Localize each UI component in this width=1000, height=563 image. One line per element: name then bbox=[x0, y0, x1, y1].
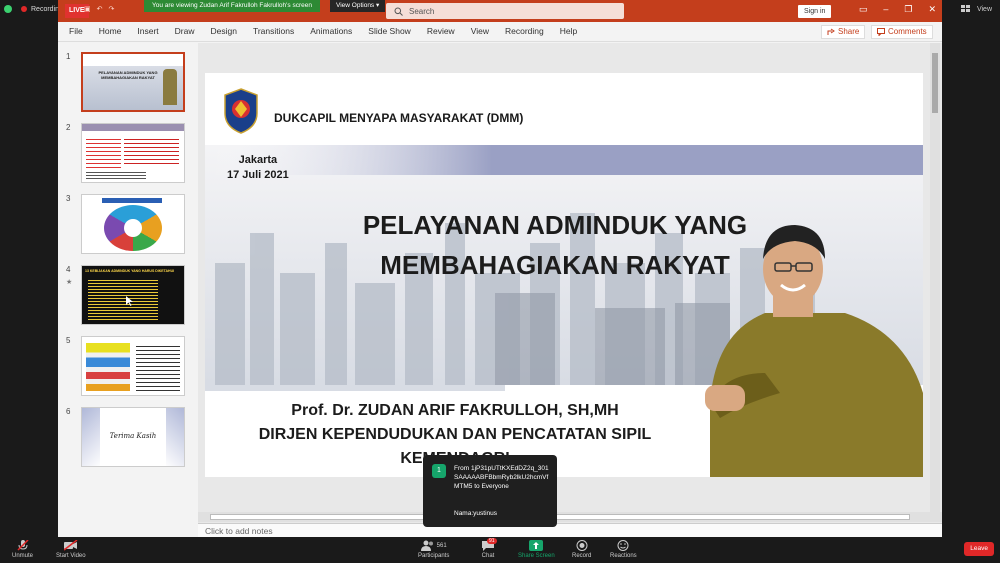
chat-message-text: Nama:yustinus bbox=[454, 510, 497, 517]
view-button[interactable]: View bbox=[977, 6, 992, 13]
thumbnail-slide-5[interactable] bbox=[81, 336, 185, 396]
reactions-button[interactable]: Reactions bbox=[610, 540, 637, 559]
tab-home[interactable]: Home bbox=[99, 26, 122, 36]
comments-button[interactable]: Comments bbox=[871, 25, 933, 39]
video-camera-off-icon bbox=[63, 540, 78, 551]
thumbnail-row: 5 bbox=[58, 336, 198, 400]
security-shield-icon[interactable] bbox=[4, 5, 12, 13]
thumbnail-row: 2 bbox=[58, 123, 198, 187]
record-button[interactable]: Record bbox=[572, 540, 591, 559]
chat-from-line: From 1jP31pUTtKXEdDZ2q_301SAAAAABFBbmRyb… bbox=[454, 465, 549, 490]
tab-insert[interactable]: Insert bbox=[137, 26, 158, 36]
tab-review[interactable]: Review bbox=[427, 26, 455, 36]
leave-meeting-button[interactable]: Leave bbox=[964, 542, 994, 556]
emoji-smile-icon bbox=[617, 540, 629, 551]
screen-share-banner: You are viewing Zudan Arif Fakrulloh Fak… bbox=[144, 0, 320, 12]
thumbnail-slide-1[interactable]: PELAYANAN ADMINDUK YANG MEMBAHAGIAKAN RA… bbox=[81, 52, 185, 112]
kemendagri-logo bbox=[224, 88, 258, 134]
ribbon-bar: File Home Insert Draw Design Transitions… bbox=[58, 22, 942, 42]
recording-indicator[interactable]: Recording bbox=[20, 5, 63, 13]
view-options-button[interactable]: View Options ▾ bbox=[330, 0, 386, 12]
redo-icon[interactable]: ↷ bbox=[109, 5, 115, 13]
start-video-button[interactable]: Start Video bbox=[56, 540, 86, 559]
grid-view-icon bbox=[960, 5, 970, 12]
tab-file[interactable]: File bbox=[69, 26, 83, 36]
restore-icon[interactable]: ❐ bbox=[904, 4, 912, 15]
microphone-muted-icon bbox=[16, 540, 29, 551]
zoom-control-bar: Unmute Start Video 561 Participants 91 C… bbox=[0, 537, 1000, 563]
undo-icon[interactable]: ↶ bbox=[97, 5, 103, 13]
participants-icon bbox=[420, 540, 433, 551]
save-icon[interactable]: ▣ bbox=[84, 5, 91, 13]
tab-transitions[interactable]: Transitions bbox=[253, 26, 294, 36]
share-screen-button[interactable]: Share Screen bbox=[518, 540, 555, 559]
tab-animations[interactable]: Animations bbox=[310, 26, 352, 36]
ribbon-display-icon[interactable]: ▭ bbox=[859, 4, 868, 15]
thumbnail-row: 6 Terima Kasih bbox=[58, 407, 198, 471]
share-button[interactable]: Share bbox=[821, 25, 866, 39]
recording-dot-icon bbox=[21, 6, 27, 12]
tab-design[interactable]: Design bbox=[211, 26, 237, 36]
zoom-meeting-window: Recording View LIVE ▣ ↶ ↷ You are viewin… bbox=[0, 0, 1000, 563]
window-controls: ▭ – ❐ ✕ bbox=[859, 4, 936, 15]
mouse-pointer-icon bbox=[126, 296, 133, 306]
notes-pane[interactable]: Click to add notes bbox=[198, 523, 942, 537]
search-icon bbox=[394, 7, 403, 16]
chat-sender-avatar: 1 bbox=[432, 464, 446, 478]
current-slide[interactable]: DUKCAPIL MENYAPA MASYARAKAT (DMM) Jakart… bbox=[205, 73, 923, 477]
quick-access-toolbar: ▣ ↶ ↷ bbox=[84, 5, 114, 13]
share-screen-icon bbox=[529, 540, 544, 551]
tab-recording[interactable]: Recording bbox=[505, 26, 544, 36]
comment-icon bbox=[877, 28, 885, 36]
slide-main-title: PELAYANAN ADMINDUK YANG MEMBAHAGIAKAN RA… bbox=[362, 210, 748, 280]
sign-in-button[interactable]: Sign in bbox=[798, 5, 832, 18]
slide-editing-area: DUKCAPIL MENYAPA MASYARAKAT (DMM) Jakart… bbox=[198, 43, 942, 523]
chat-notification-popup[interactable]: 1 From 1jP31pUTtKXEdDZ2q_301SAAAAABFBbmR… bbox=[423, 455, 557, 527]
slide-thumbnails-pane: 1 PELAYANAN ADMINDUK YANG MEMBAHAGIAKAN … bbox=[58, 43, 198, 523]
thumbnail-slide-3[interactable] bbox=[81, 194, 185, 254]
tab-help[interactable]: Help bbox=[560, 26, 577, 36]
thumbnail-row: 3 bbox=[58, 194, 198, 258]
thumbnail-slide-2[interactable] bbox=[81, 123, 185, 183]
thumbnail-row: 4 ★ 13 KEBIJAKAN ADMINDUK YANG HARUS DIK… bbox=[58, 265, 198, 329]
share-icon bbox=[827, 28, 835, 35]
close-icon[interactable]: ✕ bbox=[928, 4, 936, 15]
tab-slide-show[interactable]: Slide Show bbox=[368, 26, 411, 36]
participants-button[interactable]: 561 Participants bbox=[418, 540, 449, 559]
chat-unread-badge: 91 bbox=[487, 538, 497, 544]
thumbnail-slide-6[interactable]: Terima Kasih bbox=[81, 407, 185, 467]
unmute-button[interactable]: Unmute bbox=[12, 540, 33, 559]
tab-view[interactable]: View bbox=[471, 26, 489, 36]
thumbnail-slide-4[interactable]: 13 KEBIJAKAN ADMINDUK YANG HARUS DIKETAH… bbox=[81, 265, 185, 325]
slide-location-date: Jakarta 17 Juli 2021 bbox=[227, 154, 289, 181]
animation-star-icon: ★ bbox=[66, 279, 73, 286]
chat-button[interactable]: 91 Chat bbox=[481, 538, 497, 559]
search-input[interactable]: Search bbox=[386, 3, 624, 19]
ribbon-tabs: File Home Insert Draw Design Transitions… bbox=[69, 26, 577, 36]
minimize-icon[interactable]: – bbox=[883, 4, 888, 15]
record-icon bbox=[576, 540, 588, 551]
slide-header-text: DUKCAPIL MENYAPA MASYARAKAT (DMM) bbox=[274, 111, 524, 125]
thumbnail-row: 1 PELAYANAN ADMINDUK YANG MEMBAHAGIAKAN … bbox=[58, 52, 198, 116]
vertical-scrollbar[interactable] bbox=[930, 43, 940, 513]
tab-draw[interactable]: Draw bbox=[175, 26, 195, 36]
ppt-titlebar: LIVE ▣ ↶ ↷ You are viewing Zudan Arif Fa… bbox=[58, 0, 942, 22]
horizontal-scrollbar[interactable] bbox=[198, 512, 942, 522]
